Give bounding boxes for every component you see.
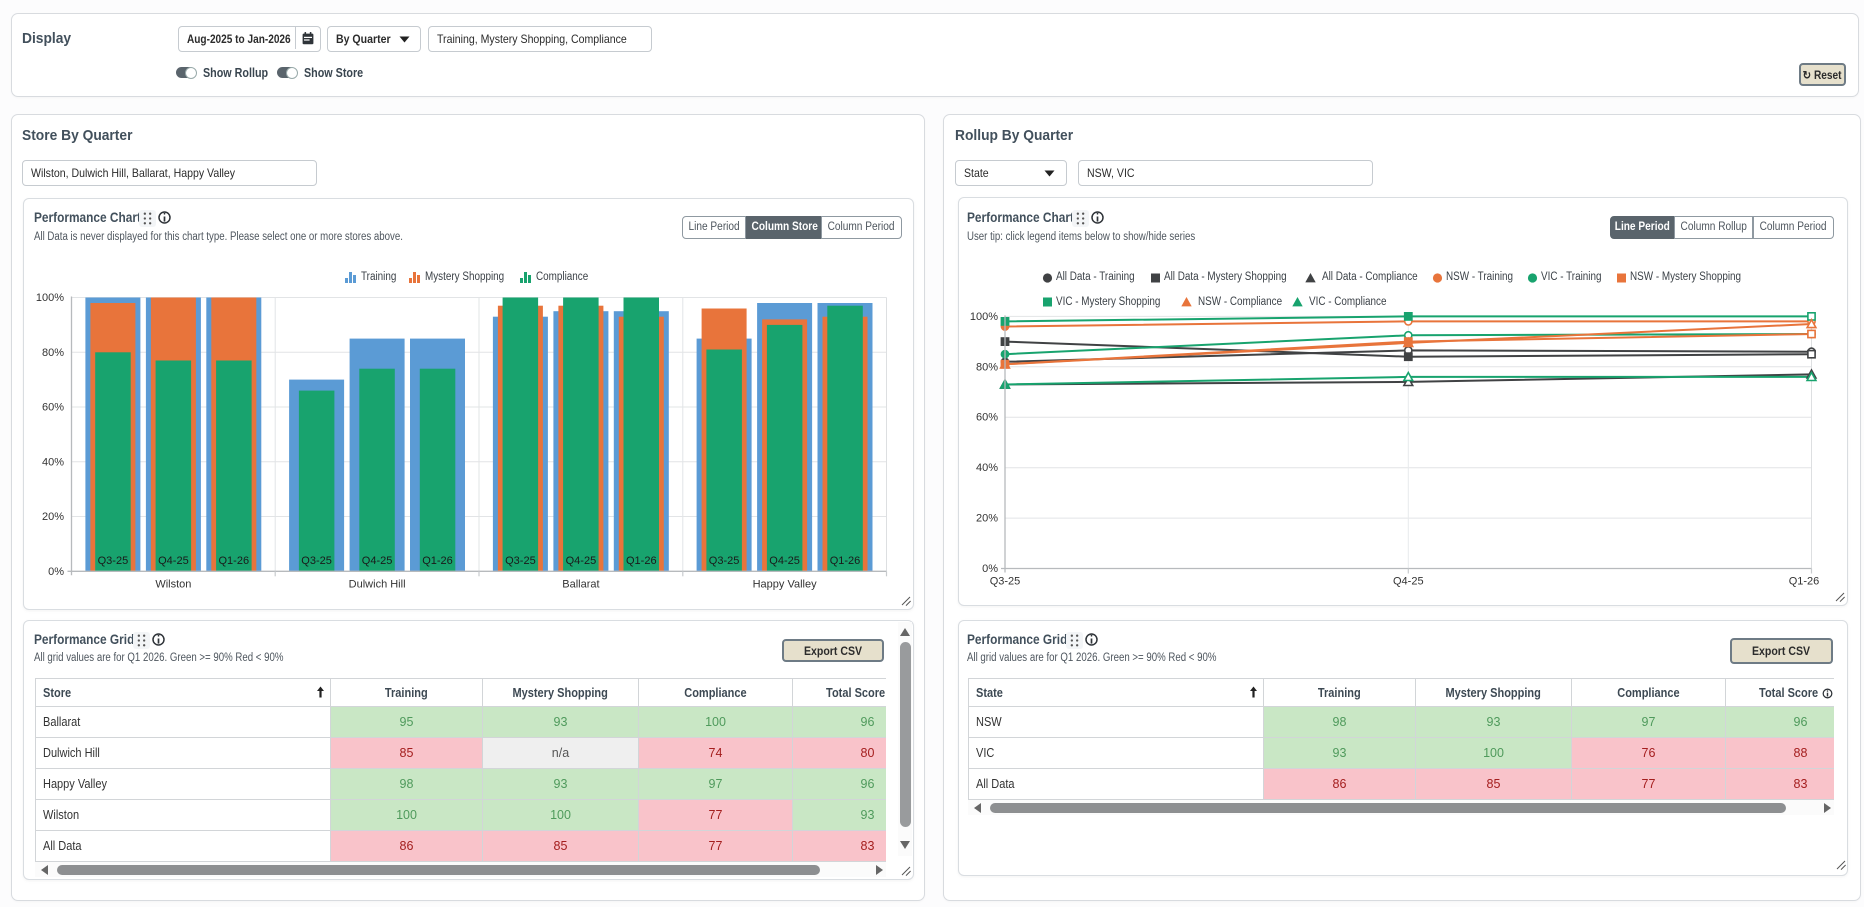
- svg-text:Q3-25: Q3-25: [990, 576, 1021, 588]
- svg-text:20%: 20%: [42, 511, 64, 523]
- svg-text:Q3-25: Q3-25: [301, 555, 332, 567]
- svg-text:Q1-26: Q1-26: [422, 555, 453, 567]
- svg-text:100%: 100%: [36, 292, 64, 304]
- svg-text:Q3-25: Q3-25: [709, 555, 740, 567]
- svg-text:20%: 20%: [976, 513, 998, 525]
- svg-text:80%: 80%: [42, 347, 64, 359]
- svg-text:80%: 80%: [976, 361, 998, 373]
- svg-text:Q4-25: Q4-25: [566, 555, 597, 567]
- svg-text:Happy Valley: Happy Valley: [753, 579, 817, 591]
- svg-text:0%: 0%: [48, 566, 64, 578]
- svg-text:Q3-25: Q3-25: [98, 555, 129, 567]
- svg-text:Wilston: Wilston: [155, 579, 191, 591]
- svg-text:Q4-25: Q4-25: [362, 555, 393, 567]
- svg-text:Q1-26: Q1-26: [219, 555, 250, 567]
- svg-text:Q4-25: Q4-25: [1393, 576, 1424, 588]
- svg-text:Q4-25: Q4-25: [158, 555, 189, 567]
- svg-text:Ballarat: Ballarat: [562, 579, 599, 591]
- svg-text:Q3-25: Q3-25: [505, 555, 536, 567]
- svg-text:60%: 60%: [976, 412, 998, 424]
- svg-text:100%: 100%: [970, 311, 998, 323]
- svg-text:Q1-26: Q1-26: [626, 555, 657, 567]
- svg-text:0%: 0%: [982, 563, 998, 575]
- svg-text:60%: 60%: [42, 402, 64, 414]
- svg-text:Q1-26: Q1-26: [1789, 576, 1820, 588]
- svg-text:40%: 40%: [42, 456, 64, 468]
- svg-text:Q1-26: Q1-26: [830, 555, 861, 567]
- svg-text:40%: 40%: [976, 462, 998, 474]
- svg-text:Q4-25: Q4-25: [769, 555, 800, 567]
- svg-text:Dulwich Hill: Dulwich Hill: [349, 579, 406, 591]
